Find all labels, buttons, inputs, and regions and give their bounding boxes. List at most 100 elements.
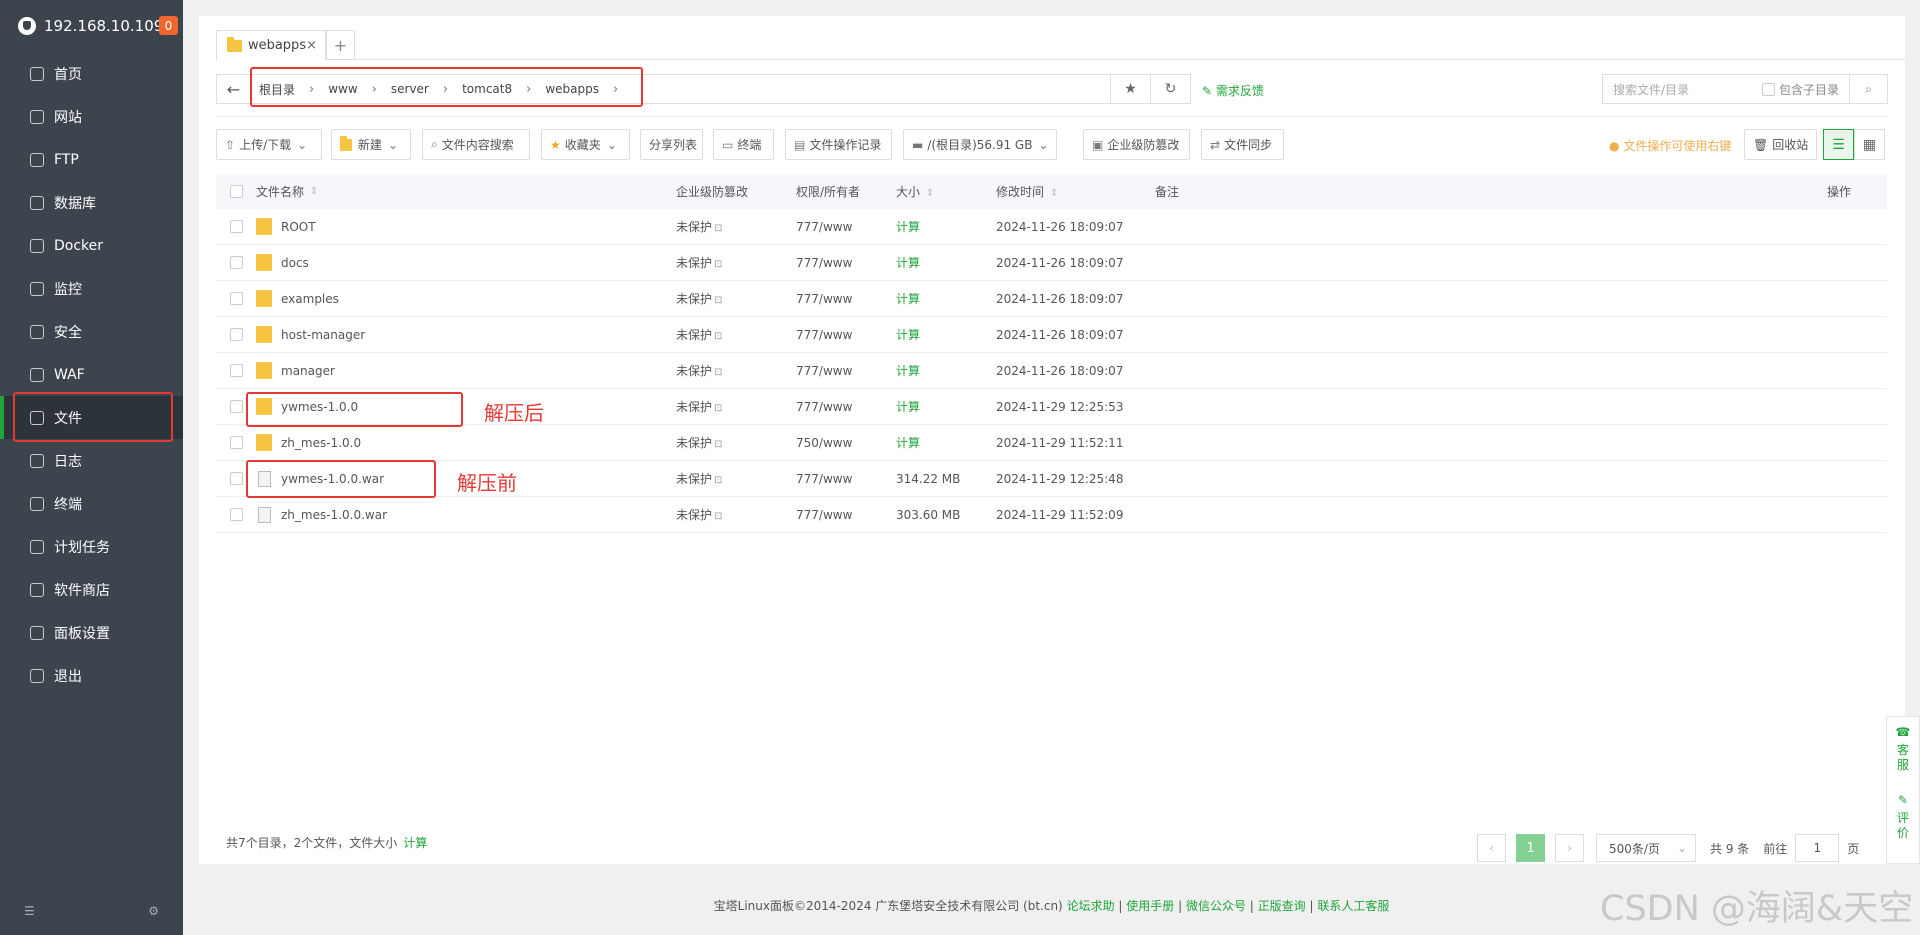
file-name[interactable]: ywmes-1.0.0 <box>281 400 358 414</box>
breadcrumb-item[interactable]: webapps <box>545 82 599 96</box>
star-icon[interactable]: ★ <box>1110 75 1150 103</box>
lock-icon[interactable]: ⊡ <box>714 511 722 522</box>
new-button[interactable]: 新建 ⌄ <box>331 129 411 160</box>
file-name[interactable]: ROOT <box>281 220 316 234</box>
lock-icon[interactable]: ⊡ <box>714 475 722 486</box>
footer-link-license[interactable]: 正版查询 <box>1258 899 1306 913</box>
footer-link-support[interactable]: 联系人工客服 <box>1317 899 1389 913</box>
table-row[interactable]: ROOT 未保护 ⊡ 777/www 计算 2024-11-26 18:09:07 <box>216 209 1887 245</box>
lock-icon[interactable]: ⊡ <box>714 223 722 234</box>
footer-link-manual[interactable]: 使用手册 <box>1126 899 1174 913</box>
protect-status[interactable]: 未保护 <box>676 220 712 234</box>
sidebar-item-log[interactable]: 日志 <box>0 439 183 482</box>
lock-icon[interactable]: ⊡ <box>714 403 722 414</box>
feedback-link[interactable]: ✎ 需求反馈 <box>1202 82 1264 99</box>
recycle-bin-button[interactable]: 🗑 回收站 <box>1744 129 1818 160</box>
row-checkbox[interactable] <box>229 364 243 377</box>
sort-icon[interactable]: ⇕ <box>310 186 318 197</box>
file-size[interactable]: 计算 <box>896 290 996 307</box>
next-page-icon[interactable]: › <box>1555 834 1584 862</box>
search-input[interactable]: 搜索文件/目录 <box>1603 81 1762 98</box>
tab-webapps[interactable]: webapps × <box>216 30 326 61</box>
table-row[interactable]: ywmes-1.0.0 未保护 ⊡ 777/www 计算 2024-11-29 12:25… <box>216 389 1887 425</box>
permission[interactable]: 777/www <box>796 220 896 234</box>
headset-icon[interactable]: ☎ <box>1896 725 1911 739</box>
lock-icon[interactable]: ⊡ <box>714 439 722 450</box>
row-checkbox[interactable] <box>229 292 243 305</box>
list-view-icon[interactable]: ☰ <box>1823 129 1854 160</box>
page-jump-input[interactable]: 1 <box>1795 834 1840 862</box>
sort-icon[interactable]: ⇕ <box>1050 188 1058 199</box>
sidebar-item-globe[interactable]: 网站 <box>0 95 183 138</box>
sidebar-item-shield[interactable]: 安全 <box>0 310 183 353</box>
permission[interactable]: 777/www <box>796 292 896 306</box>
permission[interactable]: 777/www <box>796 400 896 414</box>
checkbox[interactable] <box>1761 82 1775 96</box>
file-size[interactable]: 计算 <box>896 398 996 415</box>
prev-page-icon[interactable]: ‹ <box>1477 834 1506 862</box>
content-search-button[interactable]: ⌕ 文件内容搜索 <box>422 129 530 160</box>
sort-icon[interactable]: ⇕ <box>926 188 934 199</box>
table-row[interactable]: host-manager 未保护 ⊡ 777/www 计算 2024-11-26 18:0… <box>216 317 1887 353</box>
row-checkbox[interactable] <box>229 256 243 269</box>
file-size[interactable]: 计算 <box>896 362 996 379</box>
lock-icon[interactable]: ⊡ <box>714 259 722 270</box>
breadcrumb-item[interactable]: tomcat8 <box>462 82 512 96</box>
lock-icon[interactable]: ⊡ <box>714 295 722 306</box>
permission[interactable]: 777/www <box>796 508 896 522</box>
sidebar-header[interactable]: 192.168.10.109 <box>0 0 183 51</box>
file-name[interactable]: ywmes-1.0.0.war <box>281 472 384 486</box>
sidebar-item-clock[interactable]: 计划任务 <box>0 525 183 568</box>
review-button[interactable]: 评价 <box>1896 811 1910 841</box>
breadcrumb-item[interactable]: server <box>391 82 429 96</box>
permission[interactable]: 777/www <box>796 472 896 486</box>
lock-icon[interactable]: ⊡ <box>714 367 722 378</box>
sidebar-item-settings[interactable]: 面板设置 <box>0 611 183 654</box>
search-icon[interactable]: ⌕ <box>1849 75 1887 103</box>
sidebar-item-terminal[interactable]: 终端 <box>0 482 183 525</box>
sidebar-item-folder[interactable]: 文件 <box>0 396 183 439</box>
favorites-button[interactable]: ★ 收藏夹 ⌄ <box>541 129 630 160</box>
grid-view-icon[interactable]: ▦ <box>1854 129 1885 160</box>
table-row[interactable]: zh_mes-1.0.0.war 未保护 ⊡ 777/www 303.60 MB 2024… <box>216 497 1887 533</box>
file-size[interactable]: 计算 <box>896 326 996 343</box>
sidebar-item-home[interactable]: 首页 <box>0 52 183 95</box>
breadcrumb-item[interactable]: 根目录 <box>259 81 295 98</box>
footer-link-wechat[interactable]: 微信公众号 <box>1186 899 1246 913</box>
header-time[interactable]: 修改时间 <box>996 185 1044 199</box>
upload-download-button[interactable]: ⇧ 上传/下载 ⌄ <box>216 129 322 160</box>
sidebar-item-monitor[interactable]: 监控 <box>0 267 183 310</box>
table-row[interactable]: docs 未保护 ⊡ 777/www 计算 2024-11-26 18:09:07 <box>216 245 1887 281</box>
protect-status[interactable]: 未保护 <box>676 508 712 522</box>
file-name[interactable]: docs <box>281 256 309 270</box>
disk-select-button[interactable]: ▬/(根目录)56.91 GB ⌄ <box>903 129 1057 160</box>
footer-link-forum[interactable]: 论坛求助 <box>1067 899 1115 913</box>
terminal-button[interactable]: ▭ 终端 <box>713 129 774 160</box>
sidebar-item-waf[interactable]: WAF <box>0 353 183 396</box>
row-checkbox[interactable] <box>229 472 243 485</box>
header-size[interactable]: 大小 <box>896 185 920 199</box>
protect-status[interactable]: 未保护 <box>676 472 712 486</box>
header-name[interactable]: 文件名称 <box>256 183 304 200</box>
table-row[interactable]: examples 未保护 ⊡ 777/www 计算 2024-11-26 18:09:07 <box>216 281 1887 317</box>
sidebar-item-database[interactable]: 数据库 <box>0 181 183 224</box>
file-size[interactable]: 计算 <box>896 434 996 451</box>
protect-status[interactable]: 未保护 <box>676 400 712 414</box>
table-row[interactable]: zh_mes-1.0.0 未保护 ⊡ 750/www 计算 2024-11-29 11:5… <box>216 425 1887 461</box>
file-size[interactable]: 计算 <box>896 218 996 235</box>
row-checkbox[interactable] <box>229 508 243 521</box>
breadcrumb[interactable]: 根目录 › www › server › tomcat8 › webapps › <box>251 75 1110 103</box>
permission[interactable]: 777/www <box>796 256 896 270</box>
tamper-protect-button[interactable]: ▣ 企业级防篡改 <box>1083 129 1190 160</box>
op-log-button[interactable]: ▤ 文件操作记录 <box>785 129 892 160</box>
permission[interactable]: 777/www <box>796 364 896 378</box>
sidebar-item-docker[interactable]: Docker <box>0 224 183 267</box>
sidebar-item-logout[interactable]: 退出 <box>0 654 183 697</box>
file-name[interactable]: zh_mes-1.0.0.war <box>281 508 387 522</box>
protect-status[interactable]: 未保护 <box>676 364 712 378</box>
sidebar-item-ftp[interactable]: FTP <box>0 138 183 181</box>
include-subdir-option[interactable]: 包含子目录 <box>1761 81 1839 98</box>
back-arrow-icon[interactable]: ← <box>217 75 251 103</box>
service-button[interactable]: 客服 <box>1896 743 1910 773</box>
file-name[interactable]: host-manager <box>281 328 365 342</box>
